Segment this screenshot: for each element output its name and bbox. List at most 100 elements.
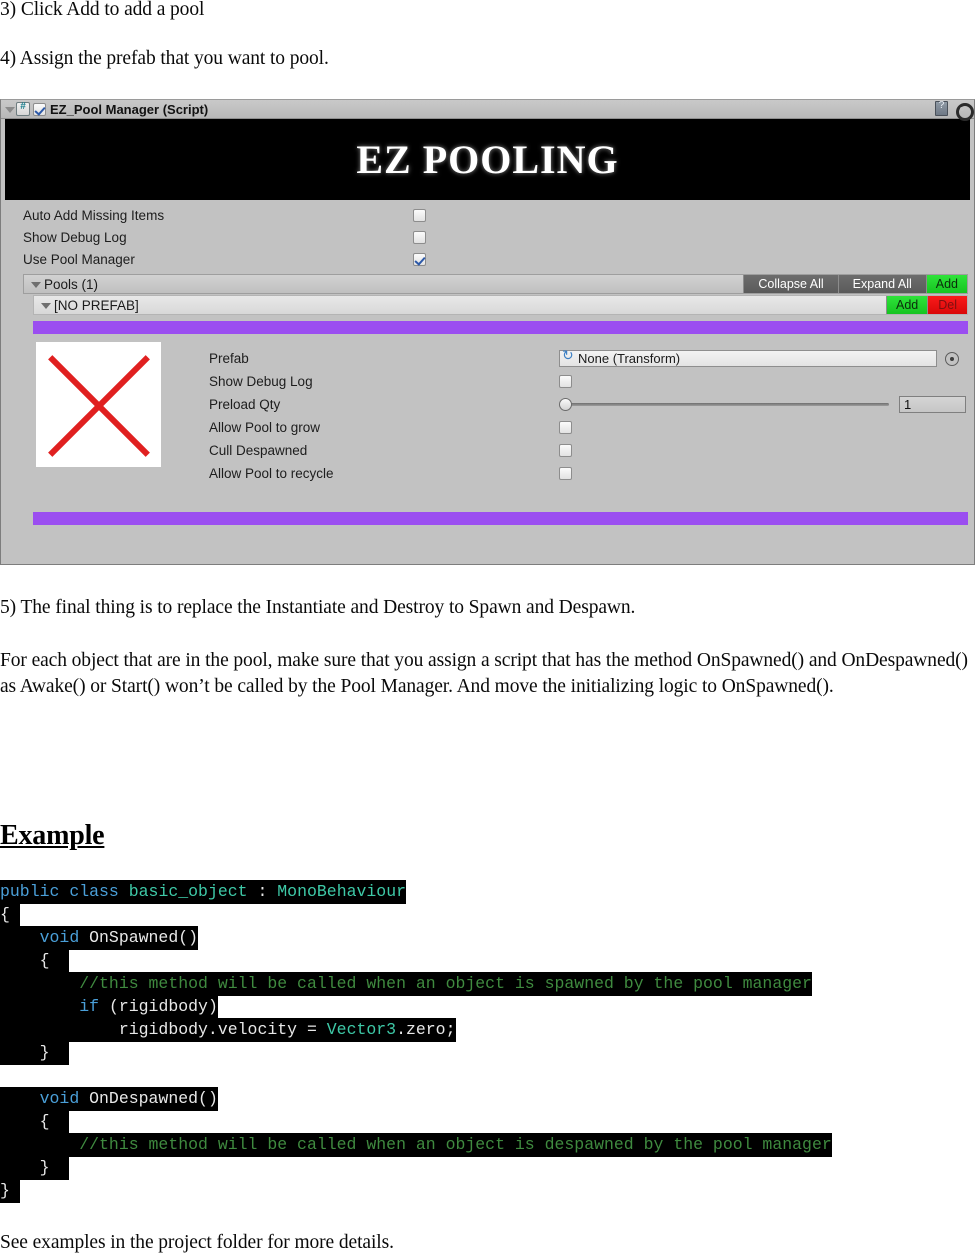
transform-icon bbox=[562, 348, 575, 365]
preload-qty-control[interactable]: 1 bbox=[559, 396, 966, 413]
code-segment: { bbox=[0, 949, 70, 973]
pools-header-bar: Pools (1) Collapse All Expand All Add bbox=[23, 274, 968, 294]
code-line: { bbox=[0, 1110, 975, 1134]
code-line: { bbox=[0, 949, 975, 973]
code-line: //this method will be called when an obj… bbox=[0, 972, 975, 996]
pools-foldout-icon[interactable] bbox=[30, 278, 42, 290]
code-token: public bbox=[0, 882, 70, 901]
code-token: } bbox=[0, 1158, 70, 1177]
delete-prefab-button[interactable]: Del bbox=[927, 296, 967, 314]
expand-all-button[interactable]: Expand All bbox=[837, 275, 926, 293]
show-debug-log-checkbox[interactable] bbox=[413, 230, 426, 244]
component-enabled-checkbox[interactable] bbox=[33, 102, 46, 116]
component-title: EZ_Pool Manager (Script) bbox=[50, 101, 209, 117]
code-line: { bbox=[0, 903, 975, 927]
ez-pooling-banner: EZ POOLING bbox=[5, 119, 970, 200]
detail-row-preload-qty[interactable]: Preload Qty 1 bbox=[209, 393, 966, 416]
code-segment: } bbox=[0, 1041, 70, 1065]
code-line: } bbox=[0, 1041, 975, 1065]
preload-qty-slider[interactable] bbox=[559, 396, 889, 413]
code-token: } bbox=[0, 1043, 70, 1062]
code-segment: { bbox=[0, 903, 20, 927]
document-page: 3) Click Add to add a pool 4) Assign the… bbox=[0, 0, 975, 1256]
code-line: public class basic_object : MonoBehaviou… bbox=[0, 880, 975, 904]
prefab-preview-thumbnail bbox=[36, 342, 161, 467]
property-row-use-pool-manager[interactable]: Use Pool Manager bbox=[1, 248, 974, 270]
code-token: { bbox=[0, 951, 70, 970]
code-token: MonoBehaviour bbox=[277, 882, 407, 901]
step-4-text: 4) Assign the prefab that you want to po… bbox=[0, 48, 329, 69]
unity-inspector-panel: EZ_Pool Manager (Script) EZ POOLING Auto… bbox=[0, 99, 975, 565]
code-token: .zero; bbox=[396, 1020, 456, 1039]
gear-icon[interactable] bbox=[955, 102, 974, 121]
pool-detail-block: Prefab None (Transform) Show Debug Log P… bbox=[1, 334, 974, 502]
add-pool-button[interactable]: Add bbox=[925, 275, 967, 293]
code-block: public class basic_object : MonoBehaviou… bbox=[0, 880, 975, 1203]
property-label: Show Debug Log bbox=[23, 229, 127, 245]
separator-purple-bottom bbox=[33, 512, 968, 525]
code-segment: { bbox=[0, 1110, 70, 1134]
code-token: (rigidbody) bbox=[108, 997, 218, 1016]
object-picker-icon[interactable] bbox=[945, 351, 959, 366]
step-5-text: 5) The final thing is to replace the Ins… bbox=[0, 597, 636, 618]
csharp-script-icon bbox=[16, 101, 30, 116]
detail-row-allow-pool-to-recycle[interactable]: Allow Pool to recycle bbox=[209, 462, 966, 485]
auto-add-missing-items-checkbox[interactable] bbox=[413, 208, 426, 222]
code-token: //this method will be called when an obj… bbox=[79, 974, 812, 993]
code-token: void bbox=[39, 1089, 90, 1108]
code-segment: rigidbody.velocity = Vector3.zero; bbox=[0, 1018, 456, 1042]
allow-pool-to-recycle-checkbox[interactable] bbox=[559, 467, 572, 480]
example-heading: Example bbox=[0, 820, 105, 851]
pool-show-debug-log-checkbox[interactable] bbox=[559, 375, 572, 388]
prefab-entry-bar: [NO PREFAB] Add Del bbox=[33, 295, 968, 315]
code-token: OnDespawned() bbox=[89, 1089, 218, 1108]
slider-knob[interactable] bbox=[559, 398, 572, 411]
use-pool-manager-checkbox[interactable] bbox=[413, 252, 426, 266]
prefab-entry-buttons: Add Del bbox=[885, 296, 967, 314]
cull-despawned-checkbox[interactable] bbox=[559, 444, 572, 457]
add-prefab-button[interactable]: Add bbox=[885, 296, 928, 314]
collapse-all-button[interactable]: Collapse All bbox=[743, 275, 838, 293]
code-segment: if (rigidbody) bbox=[0, 995, 218, 1019]
component-properties: Auto Add Missing Items Show Debug Log Us… bbox=[1, 200, 974, 270]
allow-pool-to-grow-checkbox[interactable] bbox=[559, 421, 572, 434]
property-row-show-debug-log[interactable]: Show Debug Log bbox=[1, 226, 974, 248]
code-token: void bbox=[39, 928, 90, 947]
prefab-entry-label: [NO PREFAB] bbox=[54, 297, 139, 313]
property-row-auto-add-missing-items[interactable]: Auto Add Missing Items bbox=[1, 204, 974, 226]
property-label: Auto Add Missing Items bbox=[23, 207, 165, 223]
prefab-object-field[interactable]: None (Transform) bbox=[559, 348, 937, 367]
code-line: rigidbody.velocity = Vector3.zero; bbox=[0, 1018, 975, 1042]
detail-label: Show Debug Log bbox=[209, 374, 313, 389]
code-line: } bbox=[0, 1156, 975, 1180]
preload-qty-value-field[interactable]: 1 bbox=[899, 396, 966, 413]
detail-row-show-debug-log[interactable]: Show Debug Log bbox=[209, 370, 966, 393]
detail-row-cull-despawned[interactable]: Cull Despawned bbox=[209, 439, 966, 462]
code-token: basic_object bbox=[128, 882, 248, 901]
detail-label: Allow Pool to grow bbox=[209, 420, 321, 435]
code-segment: //this method will be called when an obj… bbox=[0, 972, 812, 996]
step-3-text: 3) Click Add to add a pool bbox=[0, 0, 205, 20]
detail-row-prefab: Prefab None (Transform) bbox=[209, 347, 966, 370]
separator-purple-top bbox=[33, 321, 968, 334]
pools-buttons: Collapse All Expand All Add bbox=[743, 275, 967, 293]
triangle-down-icon[interactable] bbox=[3, 103, 16, 116]
code-segment: } bbox=[0, 1156, 70, 1180]
prefab-foldout-icon[interactable] bbox=[40, 299, 52, 311]
code-token: { bbox=[0, 905, 20, 924]
code-segment: void OnSpawned() bbox=[0, 926, 199, 950]
prefab-label: Prefab bbox=[209, 351, 249, 366]
code-token: } bbox=[0, 1181, 20, 1200]
code-token: if bbox=[79, 997, 109, 1016]
code-line: if (rigidbody) bbox=[0, 995, 975, 1019]
code-line: //this method will be called when an obj… bbox=[0, 1133, 975, 1157]
code-token: OnSpawned() bbox=[89, 928, 199, 947]
help-book-icon[interactable] bbox=[935, 100, 948, 116]
component-header[interactable]: EZ_Pool Manager (Script) bbox=[1, 100, 974, 121]
detail-row-allow-pool-to-grow[interactable]: Allow Pool to grow bbox=[209, 416, 966, 439]
code-segment: public class basic_object : MonoBehaviou… bbox=[0, 880, 407, 904]
